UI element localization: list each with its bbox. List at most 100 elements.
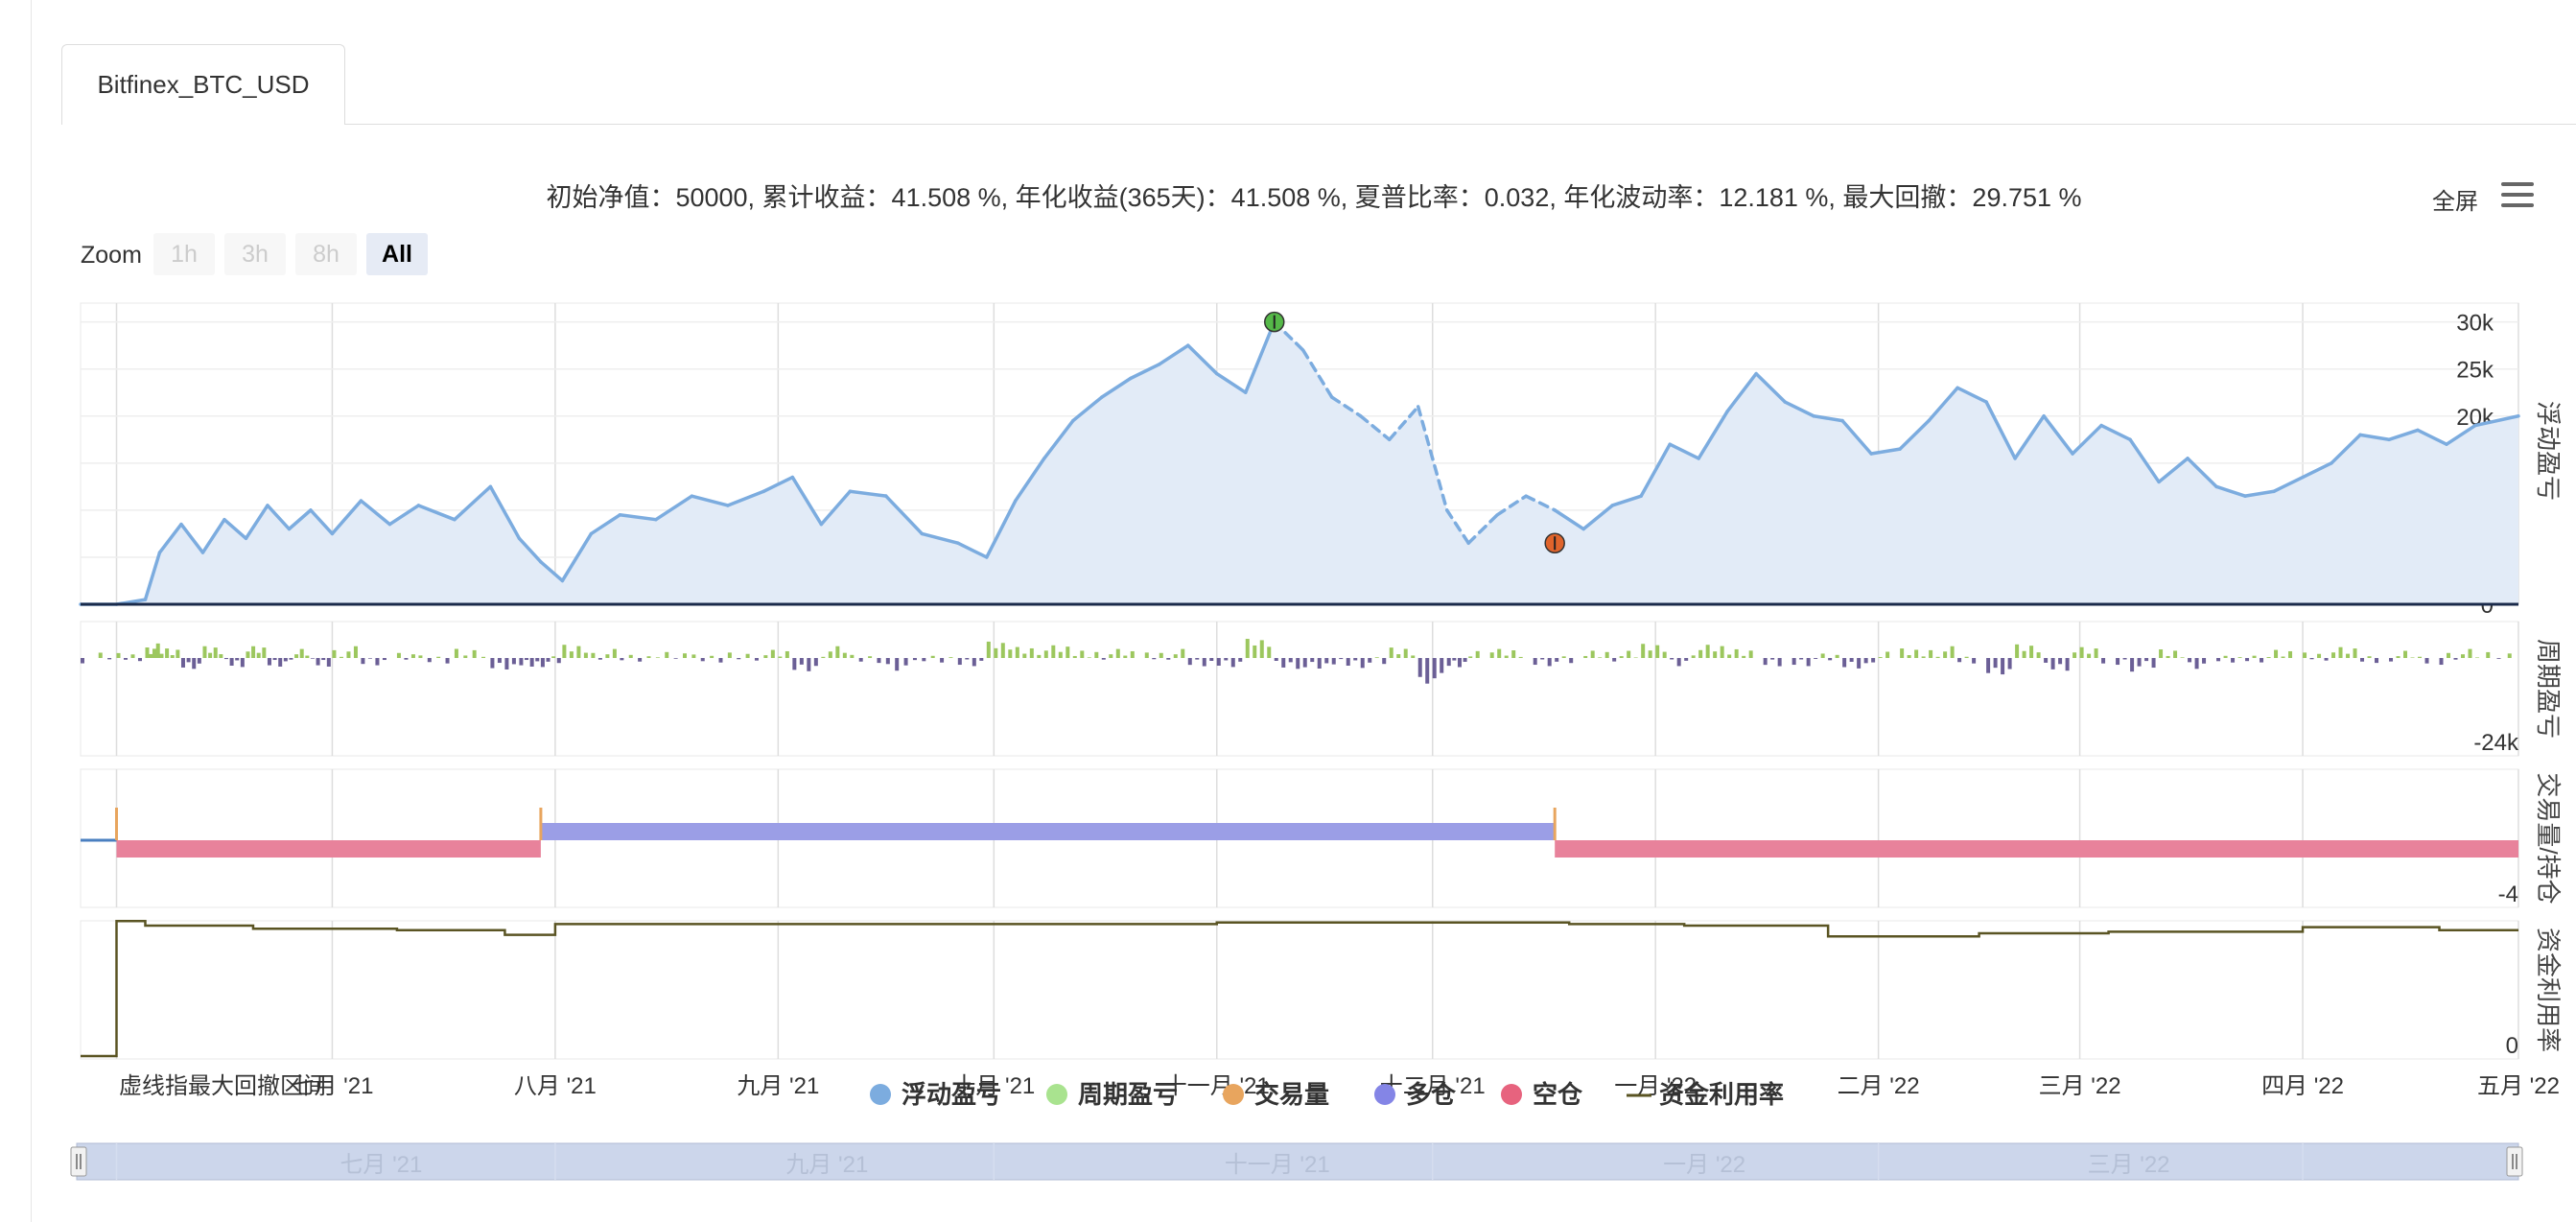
period-loss-bar xyxy=(2144,658,2149,662)
period-loss-bar xyxy=(2496,658,2501,659)
period-gain-bar xyxy=(1943,651,1948,658)
period-gain-bar xyxy=(1374,657,1379,658)
period-loss-bar xyxy=(546,658,550,662)
period-gain-bar xyxy=(1037,654,1042,658)
period-gain-bar xyxy=(1029,647,1034,658)
legend-swatch xyxy=(1223,1084,1244,1105)
period-gain-bar xyxy=(436,656,441,658)
period-gain-bar xyxy=(262,647,267,658)
period-loss-bar xyxy=(1569,658,1574,664)
period-gain-bar xyxy=(1181,648,1185,658)
period-loss-bar xyxy=(1972,658,1977,664)
period-gain-bar xyxy=(850,654,855,658)
period-gain-bar xyxy=(1130,650,1135,658)
period-loss-bar xyxy=(957,658,962,666)
period-gain-bar xyxy=(1253,645,1257,658)
period-gain-bar xyxy=(2073,652,2077,658)
period-gain-bar xyxy=(569,651,574,658)
period-gain-bar xyxy=(251,646,256,658)
period-gain-bar xyxy=(591,652,596,658)
period-gain-bar xyxy=(2475,657,2480,658)
period-gain-bar xyxy=(1511,650,1516,658)
period-loss-bar xyxy=(1230,658,1235,668)
period-gain-bar xyxy=(2303,652,2307,658)
period-loss-bar xyxy=(799,658,804,665)
period-loss-bar xyxy=(903,658,908,666)
period-gain-bar xyxy=(665,651,669,658)
period-loss-bar xyxy=(1274,658,1278,661)
period-gain-bar xyxy=(294,654,299,658)
period-loss-bar xyxy=(2065,658,2070,671)
legend-item: 周期盈亏 xyxy=(1078,1080,1178,1109)
period-gain-bar xyxy=(994,647,998,658)
period-gain-bar xyxy=(1022,653,1027,658)
period-gain-bar xyxy=(2447,652,2451,658)
period-gain-bar xyxy=(2338,646,2343,658)
period-gain-bar xyxy=(770,649,775,658)
period-gain-bar xyxy=(130,654,135,658)
period-gain-bar xyxy=(2288,650,2293,658)
period-loss-bar xyxy=(2324,658,2329,661)
period-gain-bar xyxy=(1627,650,1631,658)
period-loss-bar xyxy=(2188,658,2192,663)
period-loss-bar xyxy=(367,658,372,659)
period-loss-bar xyxy=(375,658,380,666)
period-loss-bar xyxy=(1770,658,1775,660)
utilization-line xyxy=(81,919,2518,1058)
period-gain-bar xyxy=(1691,655,1696,658)
period-loss-bar xyxy=(1302,658,1307,668)
period-gain-bar xyxy=(1907,655,1911,658)
period-loss-bar xyxy=(1216,658,1221,666)
period-loss-bar xyxy=(1555,658,1559,662)
period-loss-bar xyxy=(81,658,84,664)
x-axis-tick-label: 八月 '21 xyxy=(514,1073,597,1099)
period-gain-bar xyxy=(1267,646,1272,658)
period-gain-bar xyxy=(1662,651,1667,658)
period-gain-bar xyxy=(2166,655,2170,658)
period-loss-bar xyxy=(1799,658,1804,660)
period-gain-bar xyxy=(1835,654,1839,658)
period-gain-bar xyxy=(2317,653,2322,658)
period-gain-bar xyxy=(2461,654,2466,658)
navigator-left-handle[interactable] xyxy=(70,1146,87,1177)
period-gain-bar xyxy=(821,656,826,658)
period-gain-bar xyxy=(1144,652,1149,658)
period-loss-bar xyxy=(1360,658,1365,669)
period-gain-bar xyxy=(1072,655,1077,658)
period-gain-bar xyxy=(1929,649,1933,658)
period-gain-bar xyxy=(1411,655,1416,658)
period-loss-bar xyxy=(1339,658,1344,660)
period-loss-bar xyxy=(2122,658,2127,660)
navigator-right-handle[interactable] xyxy=(2506,1146,2523,1177)
period-loss-bar xyxy=(2375,658,2379,664)
period-gain-bar xyxy=(2015,644,2020,658)
period-loss-bar xyxy=(1763,658,1768,666)
period-gain-bar xyxy=(1713,651,1718,658)
period-loss-bar xyxy=(1101,658,1106,660)
period-gain-bar xyxy=(2237,657,2242,658)
period-loss-bar xyxy=(2260,658,2264,663)
period-gain-bar xyxy=(396,652,401,658)
period-loss-bar xyxy=(1238,658,1243,662)
period-gain-bar xyxy=(1561,656,1566,658)
period-gain-bar xyxy=(410,654,415,658)
short-position-bar xyxy=(1555,840,2518,858)
period-loss-bar xyxy=(979,658,984,661)
period-gain-bar xyxy=(691,654,696,658)
period-gain-bar xyxy=(1058,651,1063,658)
legend-swatch xyxy=(1374,1084,1395,1105)
period-gain-bar xyxy=(2396,656,2400,658)
period-loss-bar xyxy=(922,658,926,662)
period-loss-bar xyxy=(2202,658,2207,664)
panel-frame-4 xyxy=(80,920,2519,1060)
period-loss-bar xyxy=(535,658,540,662)
period-gain-bar xyxy=(1598,657,1603,658)
period-gain-bar xyxy=(562,645,567,658)
period-gain-bar xyxy=(2252,655,2257,658)
period-gain-bar xyxy=(155,643,160,658)
period-gain-bar xyxy=(159,653,164,658)
period-gain-bar xyxy=(1159,652,1163,658)
navigator-label: 七月 '21 xyxy=(340,1152,422,1178)
period-loss-bar xyxy=(1540,658,1545,660)
period-gain-bar xyxy=(1964,656,1969,658)
